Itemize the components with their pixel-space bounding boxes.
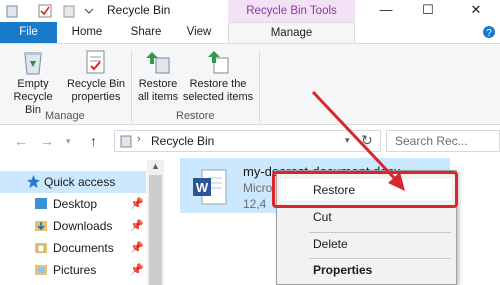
empty-recycle-bin-button[interactable]: Empty Recycle Bin	[4, 48, 62, 117]
restore-all-icon	[146, 52, 170, 74]
nav-item-label: Documents	[53, 241, 114, 255]
breadcrumb-chevron-icon[interactable]: ›	[137, 133, 141, 145]
file-type: Micro	[243, 181, 273, 195]
menu-item-label: Properties	[313, 263, 373, 277]
ribbon-tabs: File Home Share View Manage ?	[0, 22, 500, 43]
empty-recycle-bin-icon	[24, 52, 42, 75]
nav-item-desktop[interactable]: Desktop 📌	[0, 193, 146, 215]
restore-highlight-box	[272, 171, 458, 208]
recycle-bin-properties-button[interactable]: Recycle Bin properties	[66, 48, 126, 104]
refresh-icon[interactable]: ↻	[361, 132, 373, 149]
tab-home[interactable]: Home	[68, 22, 106, 43]
nav-item-label: Pictures	[53, 263, 97, 277]
restore-selected-items-button[interactable]: Restore the selected items	[182, 48, 254, 104]
restore-selected-label-1: Restore the	[189, 78, 247, 90]
pin-icon[interactable]: 📌	[130, 241, 144, 254]
restore-selected-label-2: selected items	[182, 91, 254, 103]
recycle-bin-icon[interactable]	[5, 4, 19, 18]
restore-all-label-1: Restore	[138, 78, 178, 90]
minimize-button[interactable]: —	[376, 2, 396, 20]
tab-manage[interactable]: Manage	[228, 22, 355, 43]
nav-item-label: Quick access	[44, 175, 116, 189]
empty-recycle-bin-label-1: Empty	[17, 78, 49, 90]
pin-icon[interactable]: 📌	[130, 197, 144, 210]
breadcrumb-recycle-bin[interactable]: Recycle Bin	[151, 134, 214, 148]
file-size: 12,4	[243, 197, 267, 211]
recycle-bin-icon	[120, 135, 132, 148]
new-folder-quick-icon[interactable]	[62, 4, 76, 18]
properties-icon	[86, 50, 105, 74]
search-input[interactable]: Search Rec...	[395, 134, 468, 148]
properties-label-2: properties	[71, 91, 121, 103]
nav-item-quick-access[interactable]: Quick access	[0, 171, 146, 193]
restore-selected-icon	[208, 51, 229, 74]
svg-text:W: W	[196, 180, 209, 195]
nav-item-label: Downloads	[53, 219, 113, 233]
restore-all-label-2: all items	[137, 91, 179, 103]
nav-item-downloads[interactable]: Downloads 📌	[0, 215, 146, 237]
nav-item-documents[interactable]: Documents 📌	[0, 237, 146, 259]
tab-share[interactable]: Share	[126, 22, 166, 43]
menu-item-label: Delete	[313, 237, 348, 251]
restore-group-label: Restore	[176, 110, 215, 122]
address-bar-row: ← → ▾ ↑ › Recycle Bin ▾ ↻ Search Rec...	[0, 126, 500, 156]
manage-group-label: Manage	[45, 110, 85, 122]
navigation-pane: Quick access Desktop 📌 Downloads 📌 Docum…	[0, 160, 165, 285]
pictures-folder-icon	[35, 265, 47, 275]
maximize-button[interactable]: ☐	[418, 2, 438, 20]
menu-item-cut[interactable]: Cut	[281, 206, 452, 228]
recent-locations-chevron-icon[interactable]: ▾	[66, 136, 71, 147]
downloads-folder-icon	[35, 221, 47, 231]
nav-item-label: Desktop	[53, 197, 98, 211]
help-icon[interactable]: ?	[482, 25, 496, 39]
close-button[interactable]: ✕	[466, 2, 486, 20]
properties-label-1: Recycle Bin	[66, 78, 126, 90]
star-icon	[27, 175, 40, 188]
tab-view[interactable]: View	[181, 22, 217, 43]
menu-item-properties[interactable]: Properties	[281, 259, 452, 281]
desktop-folder-icon	[35, 198, 47, 209]
ribbon-group-separator	[131, 50, 132, 122]
address-bar[interactable]: › Recycle Bin ▾ ↻	[114, 130, 381, 152]
scroll-up-arrow-icon[interactable]: ▲	[151, 161, 160, 171]
menu-item-label: Cut	[313, 210, 332, 224]
address-dropdown-chevron-icon[interactable]: ▾	[345, 135, 350, 146]
window-title: Recycle Bin	[107, 3, 171, 17]
pin-icon[interactable]: 📌	[130, 219, 144, 232]
pin-icon[interactable]: 📌	[130, 263, 144, 276]
title-bar: Recycle Bin Recycle Bin Tools — ☐ ✕	[0, 0, 500, 22]
scrollbar-thumb[interactable]	[149, 175, 162, 285]
nav-pane-scrollbar[interactable]: ▲	[147, 160, 164, 285]
ribbon-group-separator	[259, 50, 260, 122]
forward-arrow-icon[interactable]: →	[40, 133, 54, 149]
search-box[interactable]: Search Rec...	[386, 130, 500, 152]
menu-item-delete[interactable]: Delete	[281, 233, 452, 255]
properties-quick-icon[interactable]	[38, 4, 52, 18]
nav-item-pictures[interactable]: Pictures 📌	[0, 259, 146, 281]
svg-text:?: ?	[486, 28, 492, 39]
context-tab-title: Recycle Bin Tools	[228, 0, 355, 22]
tab-file[interactable]: File	[0, 22, 57, 43]
customize-toolbar-chevron-icon[interactable]	[84, 8, 94, 16]
back-arrow-icon[interactable]: ←	[14, 133, 28, 149]
documents-folder-icon	[35, 243, 47, 253]
up-arrow-icon[interactable]: ↑	[90, 133, 97, 149]
word-document-icon: W	[193, 169, 227, 205]
ribbon: Empty Recycle Bin Recycle Bin properties…	[0, 43, 500, 125]
restore-all-items-button[interactable]: Restore all items	[136, 48, 180, 104]
